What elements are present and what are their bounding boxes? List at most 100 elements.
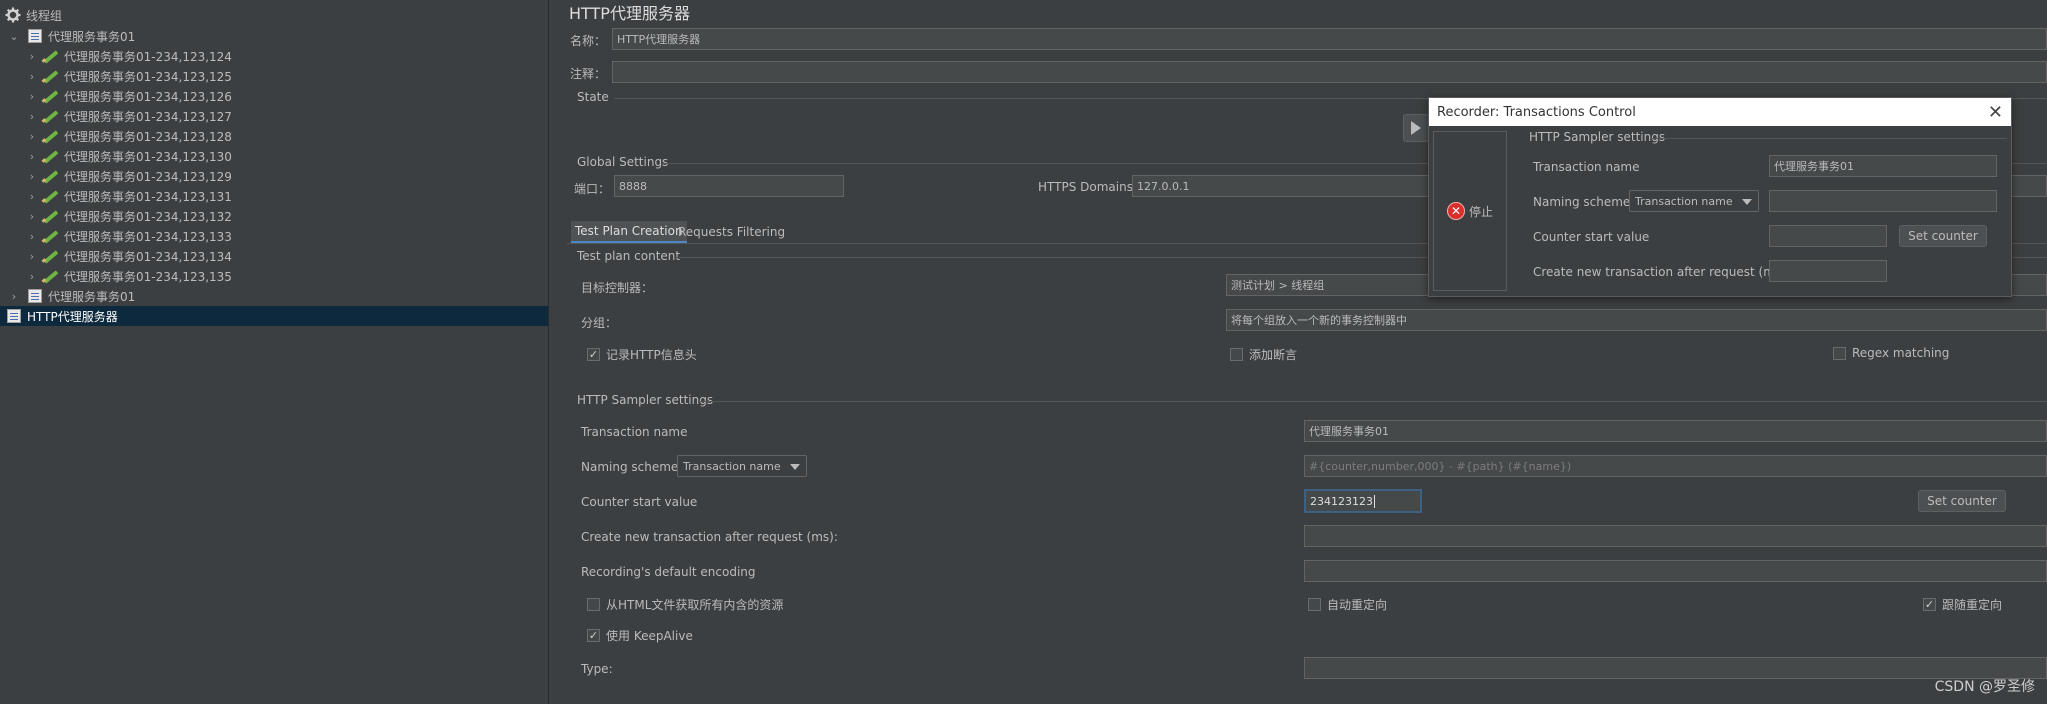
create-new-transaction-input[interactable] — [1304, 525, 2047, 547]
port-input[interactable]: 8888 — [614, 175, 844, 197]
naming-scheme-select[interactable]: Transaction name — [677, 455, 807, 477]
page-title: HTTP代理服务器 — [569, 4, 690, 23]
name-input[interactable]: HTTP代理服务器 — [612, 28, 2047, 50]
dialog-naming-format-input[interactable] — [1769, 190, 1997, 212]
close-icon[interactable]: ✕ — [1988, 102, 2003, 123]
tree-item-label: 代理服务事务01-234,123,131 — [64, 189, 232, 204]
chevron-right-icon[interactable]: › — [26, 126, 38, 146]
sampler-settings-separator — [698, 401, 2047, 402]
tree-item-transaction[interactable]: › 代理服务事务01-234,123,129 — [0, 166, 548, 186]
start-button[interactable] — [1403, 114, 1429, 142]
chevron-right-icon[interactable]: › — [26, 246, 38, 266]
naming-format-input[interactable]: #{counter,number,000} - #{path} (#{name}… — [1304, 455, 2047, 477]
tree-item-transaction[interactable]: › 代理服务事务01-234,123,135 — [0, 266, 548, 286]
tree-item-label: 代理服务事务01-234,123,132 — [64, 209, 232, 224]
tree-item-controller-collapsed[interactable]: › 代理服务事务01 — [0, 286, 548, 306]
regex-matching-checkbox[interactable]: Regex matching — [1833, 346, 1949, 360]
chevron-down-icon — [790, 464, 800, 470]
stop-button[interactable]: ✕ 停止 — [1433, 131, 1507, 291]
chevron-right-icon[interactable]: › — [26, 266, 38, 286]
chevron-right-icon[interactable]: › — [8, 286, 20, 306]
chevron-right-icon[interactable]: › — [26, 66, 38, 86]
checkbox-label: 自动重定向 — [1327, 598, 1388, 612]
add-assertions-checkbox[interactable]: 添加断言 — [1230, 346, 1297, 363]
target-controller-label: 目标控制器： — [581, 281, 654, 295]
chevron-down-icon — [1742, 199, 1752, 205]
tree-item-transaction[interactable]: › 代理服务事务01-234,123,125 — [0, 66, 548, 86]
sampler-pen-icon — [42, 248, 60, 264]
tree-item-transaction[interactable]: › 代理服务事务01-234,123,124 — [0, 46, 548, 66]
tree-item-transaction[interactable]: › 代理服务事务01-234,123,128 — [0, 126, 548, 146]
keepalive-checkbox[interactable]: ✓ 使用 KeepAlive — [587, 627, 693, 644]
stop-icon: ✕ — [1446, 202, 1465, 220]
counter-start-label: Counter start value — [581, 495, 698, 509]
gear-icon — [4, 7, 22, 23]
global-settings-label: Global Settings — [577, 155, 669, 169]
naming-scheme-label: Naming scheme — [581, 460, 679, 474]
dialog-section-separator — [1651, 138, 2007, 139]
tree-item-transaction[interactable]: › 代理服务事务01-234,123,134 — [0, 246, 548, 266]
transaction-name-input[interactable]: 代理服务事务01 — [1304, 420, 2047, 442]
sampler-pen-icon — [42, 208, 60, 224]
dialog-counter-start-label: Counter start value — [1533, 230, 1650, 244]
tree-item-label: 代理服务事务01-234,123,133 — [64, 229, 232, 244]
chevron-right-icon[interactable]: › — [26, 106, 38, 126]
chevron-right-icon[interactable]: › — [26, 166, 38, 186]
dialog-naming-scheme-select[interactable]: Transaction name — [1629, 190, 1759, 212]
checkbox-unchecked-icon — [1833, 346, 1846, 360]
dialog-counter-start-input[interactable] — [1769, 225, 1887, 247]
tree-item-transaction[interactable]: › 代理服务事务01-234,123,126 — [0, 86, 548, 106]
proxy-server-icon — [5, 308, 23, 324]
tree-item-http-proxy-server[interactable]: HTTP代理服务器 — [0, 306, 548, 326]
recorder-transactions-dialog: Recorder: Transactions Control ✕ ✕ 停止 HT… — [1428, 97, 2012, 297]
chevron-right-icon[interactable]: › — [26, 46, 38, 66]
test-plan-tree: 线程组 ⌄ 代理服务事务01 › 代理服务事务01-234,123,124 › 代理服… — [0, 0, 549, 704]
counter-start-value: 234123123 — [1310, 494, 1373, 508]
chevron-right-icon[interactable]: › — [26, 226, 38, 246]
sampler-pen-icon — [42, 88, 60, 104]
tree-item-label: 代理服务事务01 — [48, 29, 136, 44]
sampler-pen-icon — [42, 48, 60, 64]
state-label: State — [577, 90, 609, 104]
grouping-select[interactable]: 将每个组放入一个新的事务控制器中 — [1226, 309, 2047, 331]
checkbox-label: 从HTML文件获取所有内含的资源 — [606, 598, 784, 612]
tab-requests-filtering[interactable]: Requests Filtering — [674, 221, 789, 243]
tree-item-transaction[interactable]: › 代理服务事务01-234,123,132 — [0, 206, 548, 226]
naming-scheme-value: Transaction name — [1635, 194, 1733, 208]
tree-item-controller-expanded[interactable]: ⌄ 代理服务事务01 — [0, 26, 548, 46]
sampler-pen-icon — [42, 168, 60, 184]
chevron-right-icon[interactable]: › — [26, 206, 38, 226]
tab-test-plan-creation[interactable]: Test Plan Creation — [571, 221, 687, 243]
tree-item-label: HTTP代理服务器 — [27, 309, 118, 324]
tree-item-label: 代理服务事务01-234,123,125 — [64, 69, 232, 84]
checkbox-unchecked-icon — [1308, 598, 1321, 611]
checkbox-label: 使用 KeepAlive — [606, 629, 693, 643]
tree-item-transaction[interactable]: › 代理服务事务01-234,123,130 — [0, 146, 548, 166]
auto-redirect-checkbox[interactable]: 自动重定向 — [1308, 596, 1387, 613]
chevron-right-icon[interactable]: › — [26, 146, 38, 166]
counter-start-input[interactable]: 234123123 — [1304, 489, 1422, 513]
tree-item-label: 代理服务事务01-234,123,124 — [64, 49, 232, 64]
dialog-set-counter-button[interactable]: Set counter — [1899, 225, 1987, 247]
chevron-right-icon[interactable]: › — [26, 86, 38, 106]
tree-item-label: 代理服务事务01-234,123,128 — [64, 129, 232, 144]
set-counter-button[interactable]: Set counter — [1918, 490, 2006, 512]
chevron-right-icon[interactable]: › — [26, 186, 38, 206]
dialog-transaction-name-input[interactable]: 代理服务事务01 — [1769, 155, 1997, 177]
record-headers-checkbox[interactable]: ✓ 记录HTTP信息头 — [587, 346, 697, 363]
tree-item-thread-group[interactable]: 线程组 — [0, 5, 548, 25]
follow-redirects-checkbox[interactable]: ✓ 跟随重定向 — [1923, 596, 2002, 613]
comment-input[interactable] — [612, 61, 2047, 83]
tree-item-transaction[interactable]: › 代理服务事务01-234,123,131 — [0, 186, 548, 206]
retrieve-resources-checkbox[interactable]: 从HTML文件获取所有内含的资源 — [587, 596, 783, 613]
tree-item-label: 代理服务事务01-234,123,135 — [64, 269, 232, 284]
chevron-down-icon[interactable]: ⌄ — [8, 26, 20, 46]
dialog-titlebar[interactable]: Recorder: Transactions Control ✕ — [1429, 98, 2011, 126]
checkbox-unchecked-icon — [1230, 348, 1243, 361]
tree-item-transaction[interactable]: › 代理服务事务01-234,123,133 — [0, 226, 548, 246]
tree-item-label: 线程组 — [26, 8, 63, 23]
tree-item-transaction[interactable]: › 代理服务事务01-234,123,127 — [0, 106, 548, 126]
sampler-pen-icon — [42, 68, 60, 84]
dialog-create-new-transaction-input[interactable] — [1769, 260, 1887, 282]
default-encoding-input[interactable] — [1304, 560, 2047, 582]
